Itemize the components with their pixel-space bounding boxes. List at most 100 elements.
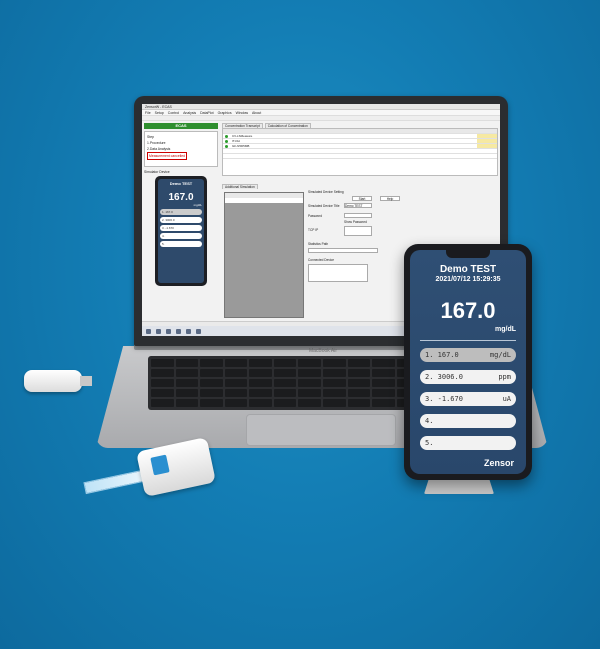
keyboard-key [224,359,248,367]
keyboard-key [224,389,248,397]
keyboard-key [224,399,248,407]
tcpip-field[interactable] [344,226,372,236]
keyboard-key [322,379,346,387]
keyboard-key [249,389,272,397]
start-button[interactable]: Start [352,196,372,201]
tab-calculation[interactable]: Calculation of Concentration [264,123,311,128]
reading-value: 167.0 [440,298,496,323]
device-title-label: Simulated Device Title [308,204,340,208]
left-panel: ECAS Step 1.Procedure 2.Data Analysis Me… [144,123,218,323]
keyboard-key [298,379,321,387]
keyboard-key [175,399,199,407]
reading-row[interactable]: 3. -1.670 uA [420,392,516,406]
reading-row-unit: mg/dL [489,351,511,359]
menu-analysis[interactable]: Analysis [183,110,196,115]
keyboard-key [200,369,223,377]
menu-window[interactable]: Window [236,110,248,115]
search-icon[interactable] [156,328,161,334]
menu-file[interactable]: File [145,110,151,115]
mini-row: 4. [160,233,202,239]
keyboard-key [249,369,272,377]
meter-window [150,454,170,476]
data-table-row[interactable] [225,198,303,203]
reading-row[interactable]: 1. 167.0 mg/dL [420,348,516,362]
keyboard-key [175,379,199,387]
reading-row-label: 4. [425,417,434,425]
keyboard-key [151,369,174,377]
reading-row-label: 2. 3006.0 [425,373,463,381]
reading-row[interactable]: 4. [420,414,516,428]
keyboard-key [322,399,346,407]
mini-phone: Demo TEST 167.0 mg/dL 1. 167.0 2. 3006.0… [155,176,207,286]
mini-row: 2. 3006.0 [160,217,202,223]
steps-box: Step 1.Procedure 2.Data Analysis Measure… [144,131,218,167]
statistics-path-field[interactable] [308,248,378,253]
keyboard-key [175,369,199,377]
connected-device-list[interactable] [308,264,368,282]
reading-row-unit: ppm [498,373,511,381]
folder-icon[interactable] [176,328,181,334]
keyboard-key [372,389,395,397]
keyboard-key [151,389,174,397]
right-panel: Concentration Transcript Calculation of … [222,123,498,179]
phone-timestamp: 2021/07/12 15:29:35 [435,276,501,283]
reading-row-label: 5. [425,439,434,447]
reading-row[interactable]: 5. [420,436,516,450]
menu-control[interactable]: Control [168,110,179,115]
laptop-trackpad [246,414,396,446]
laptop-brand: MacBook Air [308,348,338,354]
password-field[interactable] [344,213,372,218]
keyboard-key [322,389,346,397]
status-icon [225,145,228,148]
device-title-field[interactable]: Demo TEST [344,203,372,208]
grid-highlight [477,134,497,138]
keyboard-key [175,389,199,397]
taskview-icon[interactable] [166,328,171,334]
keyboard-key [249,399,272,407]
show-password-checkbox[interactable]: Show Password [344,220,367,224]
keyboard-key [372,369,395,377]
keyboard-key [347,379,371,387]
usb-plug [80,376,92,386]
menu-about[interactable]: About [252,110,261,115]
usb-sensor-dongle [24,370,82,392]
product-scene: MacBook Air ZensorW - ECAS File Setup Co… [0,0,600,649]
tab-concentration-transcript[interactable]: Concentration Transcript [222,123,263,128]
grid-row-name: IT-DH [232,139,240,143]
reading-row[interactable]: 2. 3006.0 ppm [420,370,516,384]
keyboard-key [347,389,371,397]
mini-unit: mg/dL [193,203,202,207]
keyboard-key [200,379,223,387]
keyboard-key [273,379,297,387]
keyboard-key [347,359,371,367]
tab-additional-simulation[interactable]: Additional Simulation [222,184,258,189]
simulator-label: Simulator Device [144,170,170,174]
data-table [224,192,304,318]
reading-row-label: 1. 167.0 [425,351,459,359]
grid-row[interactable] [223,154,497,159]
keyboard-key [175,359,199,367]
keyboard-key [273,359,297,367]
keyboard-key [151,399,174,407]
help-button[interactable]: Help [380,196,400,201]
menu-dataplot[interactable]: DataPlot [200,110,213,115]
status-icon [225,135,228,138]
keyboard-key [322,359,346,367]
app-icon[interactable] [196,328,201,334]
keyboard-key [273,369,297,377]
keyboard-key [224,379,248,387]
start-icon[interactable] [146,328,151,334]
menu-graphics[interactable]: Graphics [218,110,232,115]
divider [420,340,516,341]
phone-screen: Demo TEST 2021/07/12 15:29:35 167.0 mg/d… [410,250,526,474]
keyboard-key [200,399,223,407]
menu-setup[interactable]: Setup [155,110,164,115]
test-strip [83,469,145,495]
password-label: Password [308,214,322,218]
toolbar [142,116,500,121]
app-header: ECAS [144,123,218,129]
browser-icon[interactable] [186,328,191,334]
keyboard-key [347,369,371,377]
keyboard-key [224,369,248,377]
mini-row: 5. [160,241,202,247]
